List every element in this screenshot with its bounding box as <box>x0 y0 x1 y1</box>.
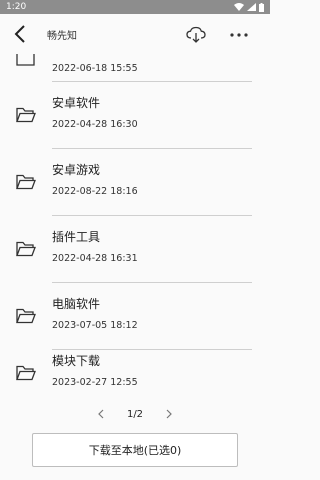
item-date: 2022-08-22 18:16 <box>52 186 138 197</box>
item-date: 2023-07-05 18:12 <box>52 320 138 331</box>
folder-icon <box>16 365 36 381</box>
list-item[interactable]: 模块下载 2023-02-27 12:55 <box>0 340 270 407</box>
page-indicator: 1/2 <box>126 408 144 420</box>
chevron-right-icon <box>166 409 172 419</box>
item-name: 电脑软件 <box>52 297 101 311</box>
item-date: 2022-06-18 15:55 <box>52 63 138 74</box>
status-bar: 1:20 <box>0 0 270 14</box>
battery-icon <box>259 2 264 12</box>
folder-icon <box>16 107 36 123</box>
item-name: 安卓游戏 <box>52 163 101 177</box>
folder-icon <box>16 54 35 66</box>
download-to-local-button[interactable]: 下载至本地(已选0) <box>32 433 238 467</box>
item-date: 2023-02-27 12:55 <box>52 377 138 388</box>
prev-page-button[interactable] <box>91 404 111 424</box>
next-page-button[interactable] <box>159 404 179 424</box>
pagination: 1/2 <box>0 404 270 424</box>
item-date: 2022-04-28 16:31 <box>52 253 138 264</box>
item-name: 插件工具 <box>52 230 101 244</box>
folder-icon <box>16 308 36 324</box>
status-icons <box>234 2 264 12</box>
item-name: 安卓软件 <box>52 96 101 110</box>
item-name: 模块下载 <box>52 354 101 368</box>
list-item[interactable]: 插件工具 2022-04-28 16:31 <box>0 216 270 283</box>
signal-icon <box>247 3 256 11</box>
chevron-left-icon <box>98 409 104 419</box>
list-item[interactable]: 安卓游戏 2022-08-22 18:16 <box>0 149 270 216</box>
folder-icon <box>16 174 36 190</box>
list-item[interactable]: 安卓软件 2022-04-28 16:30 <box>0 82 270 149</box>
item-date: 2022-04-28 16:30 <box>52 119 138 130</box>
folder-icon <box>16 241 36 257</box>
wifi-icon <box>234 3 244 11</box>
list-item[interactable]: 2022-06-18 15:55 <box>0 15 270 82</box>
status-time: 1:20 <box>6 2 27 12</box>
